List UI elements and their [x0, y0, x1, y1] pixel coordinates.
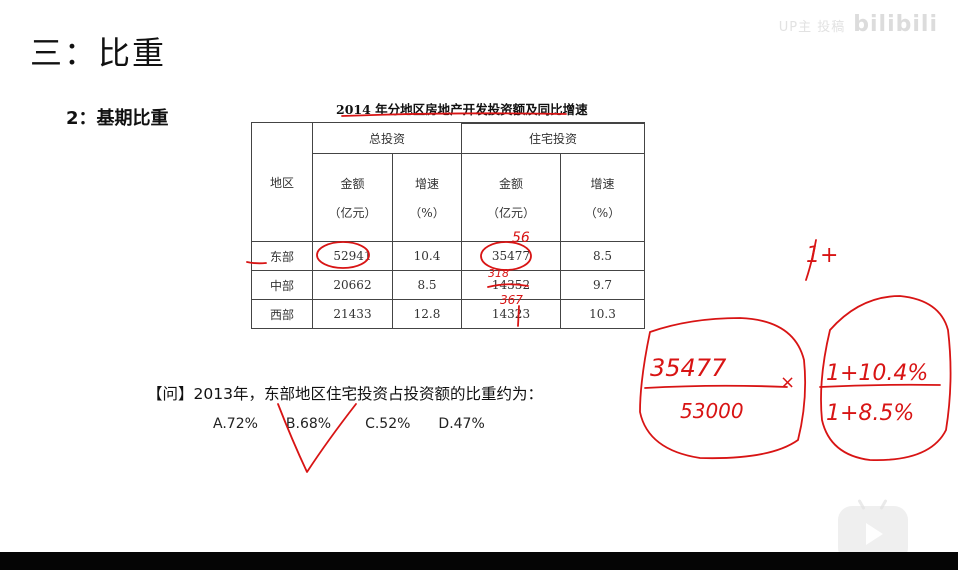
big-loop-left [639, 317, 807, 460]
header-res-growth: 增速 （%） [560, 153, 645, 242]
cell-res-amount: 14323 [461, 299, 561, 329]
hand-denominator-1: 53000 [680, 399, 744, 423]
cell-total-amount: 21433 [312, 299, 393, 329]
investment-table: 地区 总投资 住宅投资 金额 （亿元） 增速 （%） 金额 （亿元） 增速 （%） 东部… [251, 122, 645, 329]
hand-numerator-1: 35477 [650, 354, 727, 382]
header-res-amount: 金额 （亿元） [461, 153, 561, 242]
option-a: A.72% [213, 416, 258, 432]
growth-unit: （%） [584, 205, 621, 220]
table-row: 东部 52941 10.4 35477 8.5 [251, 241, 645, 271]
cell-res-growth: 8.5 [560, 241, 645, 271]
amount-unit: （亿元） [328, 205, 377, 220]
hand-one-plus: 1+ [806, 243, 838, 268]
bilibili-watermark: UP主 投稿 bilibili [779, 12, 938, 37]
cell-total-growth: 8.5 [392, 270, 462, 300]
cell-total-growth: 12.8 [392, 299, 462, 329]
cell-res-amount: 35477 [461, 241, 561, 271]
table-row: 中部 20662 8.5 14352 9.7 [251, 270, 645, 300]
cell-total-amount: 52941 [312, 241, 393, 271]
table-row: 西部 21433 12.8 14323 10.3 [251, 299, 645, 329]
cell-region: 中部 [251, 270, 313, 300]
option-b: B.68% [285, 416, 332, 432]
growth-label: 增速 [414, 176, 439, 191]
cell-res-growth: 10.3 [560, 299, 645, 329]
question-text: 【问】2013年，东部地区住宅投资占投资额的比重约为： [147, 385, 543, 403]
amount-unit: （亿元） [486, 205, 535, 220]
watermark-text: bilibili [853, 12, 938, 37]
cell-region: 西部 [251, 299, 313, 329]
header-total-investment: 总投资 [312, 122, 462, 154]
header-total-growth: 增速 （%） [392, 153, 462, 242]
answer-options: A.72% B.68% C.52% D.47% [213, 416, 485, 432]
section-title: 三：比重 [30, 34, 167, 72]
growth-unit: （%） [409, 205, 445, 220]
video-bottom-bar [0, 552, 958, 570]
header-total-amount: 金额 （亿元） [312, 153, 393, 242]
header-region: 地区 [251, 122, 313, 242]
cell-region: 东部 [251, 241, 313, 271]
cell-total-growth: 10.4 [392, 241, 462, 271]
watermark-prefix: UP主 投稿 [778, 20, 846, 35]
header-residential-investment: 住宅投资 [461, 123, 645, 154]
option-d: D.47% [438, 416, 485, 432]
checkmark [277, 403, 357, 473]
cell-total-amount: 20662 [312, 270, 393, 300]
one-stroke [805, 239, 817, 281]
subsection-title: 2：基期比重 [66, 108, 169, 129]
hand-times: × [780, 372, 795, 393]
cell-res-amount: 14352 [461, 270, 561, 300]
fraction-bar-right [819, 383, 941, 388]
amount-label: 金额 [340, 176, 365, 191]
amount-label: 金额 [498, 176, 523, 191]
hand-denominator-2: 1+8.5% [826, 401, 914, 426]
cell-res-growth: 9.7 [560, 270, 645, 300]
growth-label: 增速 [590, 176, 615, 191]
option-c: C.52% [365, 416, 411, 432]
big-loop-right [820, 295, 952, 461]
fraction-bar-left [644, 384, 788, 389]
hand-numerator-2: 1+10.4% [826, 361, 928, 386]
table-caption: 2014 年分地区房地产开发投资额及同比增速 [336, 102, 588, 117]
